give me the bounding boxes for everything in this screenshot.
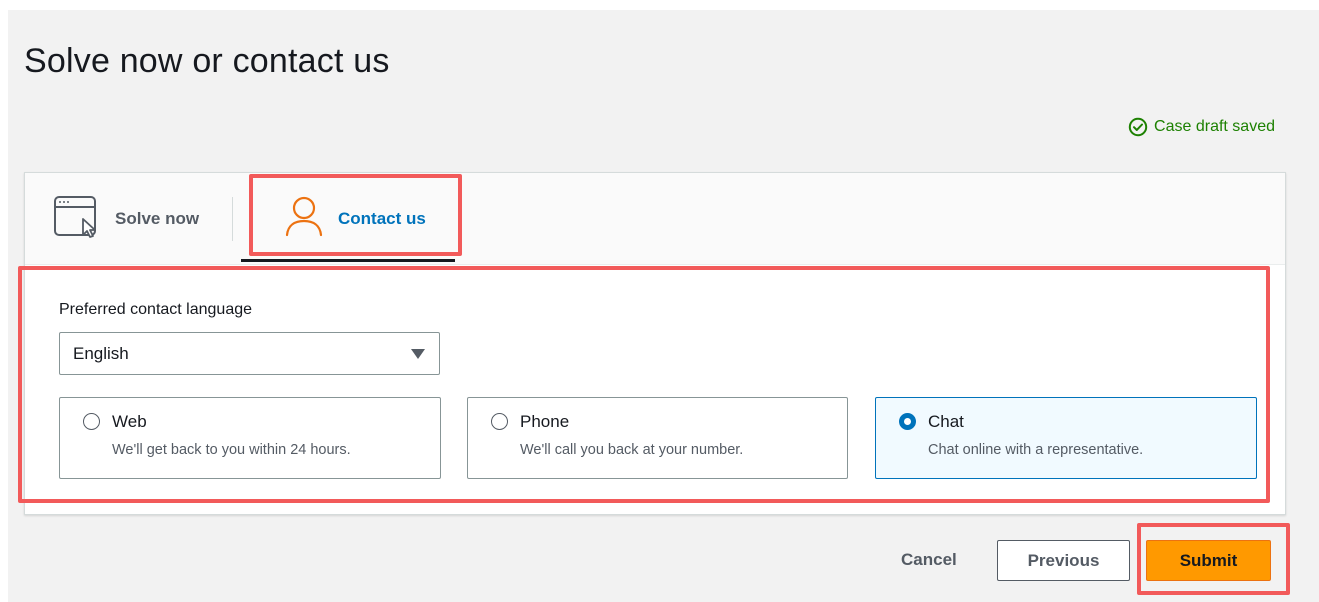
option-phone-description: We'll call you back at your number.	[520, 442, 744, 458]
language-select[interactable]: English	[59, 332, 440, 375]
language-label: Preferred contact language	[59, 301, 253, 318]
page-background: Solve now or contact us Case draft saved	[8, 10, 1319, 602]
draft-status: Case draft saved	[1128, 117, 1275, 137]
active-tab-indicator	[241, 259, 455, 262]
contact-panel: Solve now Contact us Preferred contact l…	[24, 172, 1286, 515]
option-web-title: Web	[112, 412, 147, 431]
option-phone-title: Phone	[520, 412, 570, 431]
submit-button[interactable]: Submit	[1146, 540, 1271, 581]
radio-web[interactable]	[83, 413, 100, 430]
language-select-value: English	[73, 343, 129, 363]
caret-down-icon	[411, 348, 425, 359]
contact-option-chat[interactable]: Chat Chat online with a representative.	[875, 397, 1257, 479]
radio-chat[interactable]	[899, 413, 916, 430]
previous-button[interactable]: Previous	[997, 540, 1130, 581]
tab-solve-now[interactable]: Solve now	[53, 173, 199, 265]
tab-contact-us[interactable]: Contact us	[266, 173, 426, 265]
user-icon	[284, 195, 324, 244]
contact-option-web[interactable]: Web We'll get back to you within 24 hour…	[59, 397, 441, 479]
option-chat-description: Chat online with a representative.	[928, 442, 1144, 458]
tab-divider	[232, 197, 233, 241]
draft-status-text: Case draft saved	[1154, 118, 1275, 135]
tab-solve-now-label: Solve now	[115, 209, 200, 228]
option-chat-title: Chat	[928, 412, 964, 431]
page-title: Solve now or contact us	[24, 42, 390, 80]
check-circle-icon	[1128, 117, 1148, 137]
browser-window-cursor-icon	[53, 195, 101, 244]
option-web-description: We'll get back to you within 24 hours.	[112, 442, 351, 458]
tab-bar: Solve now Contact us	[25, 173, 1285, 265]
contact-option-phone[interactable]: Phone We'll call you back at your number…	[467, 397, 848, 479]
tab-contact-us-label: Contact us	[338, 209, 426, 228]
cancel-button[interactable]: Cancel	[883, 540, 975, 580]
radio-phone[interactable]	[491, 413, 508, 430]
